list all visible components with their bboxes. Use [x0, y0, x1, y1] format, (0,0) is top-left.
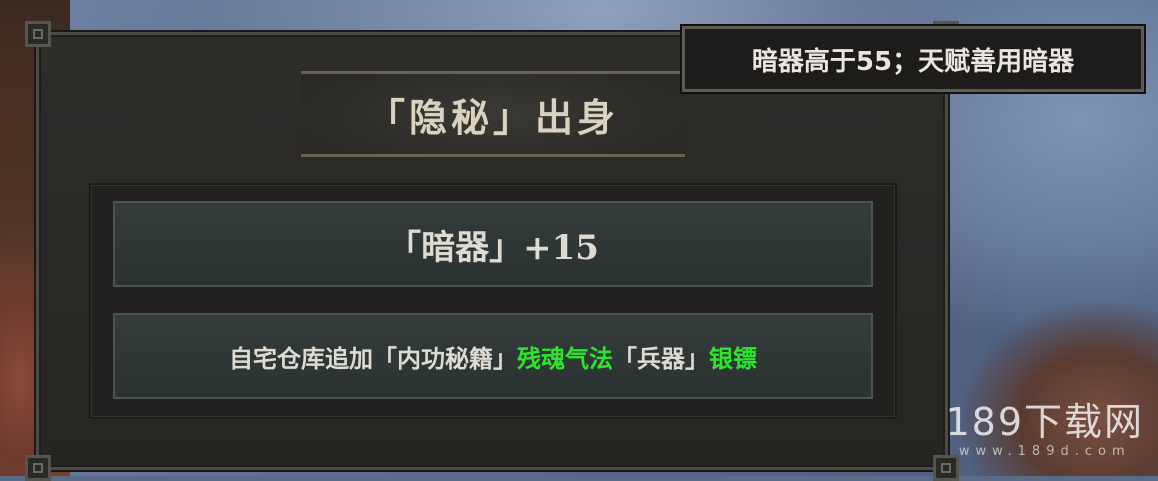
- reward-middle: 「兵器」: [613, 343, 709, 373]
- requirement-tooltip: 暗器高于55；天赋善用暗器: [682, 26, 1144, 92]
- corner-ornament-icon: [25, 455, 51, 481]
- stat-bonus-row: 「暗器」+15: [113, 201, 873, 287]
- effects-frame: 「暗器」+15 自宅仓库追加「内功秘籍」 残魂气法 「兵器」 银镖: [89, 183, 897, 419]
- reward-prefix: 自宅仓库追加「内功秘籍」: [229, 343, 517, 373]
- corner-ornament-icon: [933, 455, 959, 481]
- title-divider: [301, 154, 685, 157]
- stat-bonus-text: 「暗器」+15: [387, 227, 599, 268]
- reward-item-manual: 残魂气法: [517, 343, 613, 373]
- watermark-url: www.189d.com: [958, 444, 1131, 459]
- title-plate: 「隐秘」出身: [301, 71, 685, 157]
- corner-ornament-icon: [25, 21, 51, 47]
- site-watermark: 189下载网 www.189d.com: [945, 403, 1144, 458]
- reward-item-weapon: 银镖: [709, 343, 757, 373]
- reward-row: 自宅仓库追加「内功秘籍」 残魂气法 「兵器」 银镖: [113, 313, 873, 399]
- panel-title: 「隐秘」出身: [366, 94, 619, 140]
- origin-panel: 「隐秘」出身 「暗器」+15 自宅仓库追加「内功秘籍」 残魂气法 「兵器」 银镖: [25, 21, 959, 481]
- requirement-text: 暗器高于55；天赋善用暗器: [751, 46, 1075, 77]
- watermark-main: 189下载网: [945, 400, 1144, 444]
